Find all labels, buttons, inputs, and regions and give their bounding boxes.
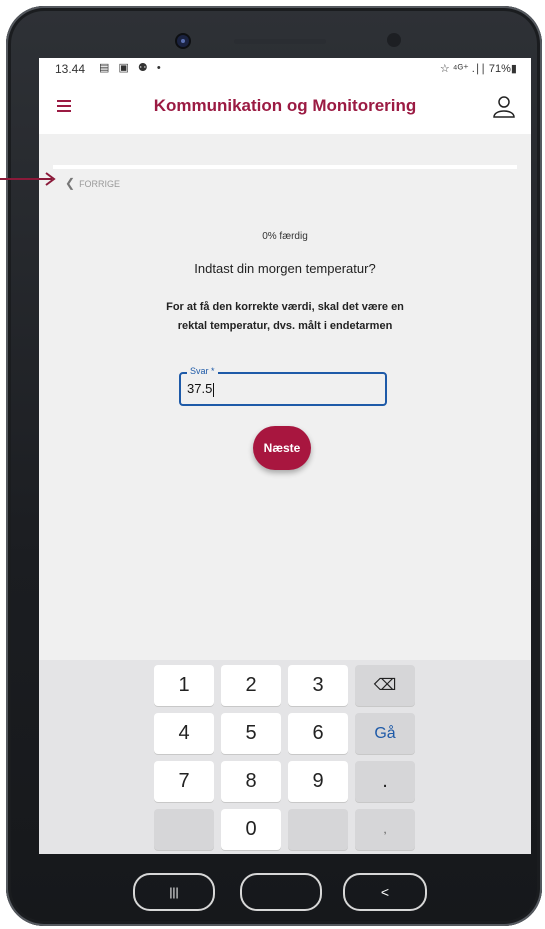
progress-percent: 0% færdig [262,231,308,242]
status-right-icons: ☆ ⁴ᴳ⁺ .∣∣ 71%▮ [439,63,517,75]
progress-bar [53,165,517,169]
answer-input[interactable]: Svar * 37.5 [179,366,387,406]
key-9[interactable]: 9 [288,761,348,802]
key-6[interactable]: 6 [288,713,348,754]
key-blank-left [154,809,214,850]
app-title: Kommunikation og Monitorering [153,96,417,115]
text-caret [213,382,215,397]
home-button[interactable] [240,873,322,911]
key-3[interactable]: 3 [288,665,348,706]
app-bar: Kommunikation og Monitorering [39,80,531,134]
proximity-sensor [387,33,401,47]
key-0[interactable]: 0 [221,809,281,850]
key-blank-right [288,809,348,850]
key-2[interactable]: 2 [221,665,281,706]
back-button[interactable]: < [343,873,427,911]
status-bar: 13.44 ▤ ▣ ⚉ • ☆ ⁴ᴳ⁺ .∣∣ 71%▮ [39,58,531,80]
answer-value: 37.5 [187,381,215,397]
backspace-icon[interactable]: ⌫ [355,665,415,706]
next-button[interactable]: Næste [253,426,311,470]
previous-label: FORRIGE [79,179,121,189]
notification-icons: ▤ ▣ ⚉ • [99,62,164,74]
question-hint: For at få den korrekte værdi, skal det v… [166,301,404,332]
key-5[interactable]: 5 [221,713,281,754]
annotation-arrow-icon [0,172,56,186]
question-title: Indtast din morgen temperatur? [194,261,376,276]
front-camera [177,35,189,47]
key-8[interactable]: 8 [221,761,281,802]
screen: 13.44 ▤ ▣ ⚉ • ☆ ⁴ᴳ⁺ .∣∣ 71%▮ Kommunikati… [39,58,531,854]
chevron-left-icon: ❮ [65,176,76,190]
recents-button[interactable]: ||| [133,873,215,911]
key-4[interactable]: 4 [154,713,214,754]
status-time: 13.44 [55,62,86,76]
answer-label: Svar * [187,366,218,376]
key-1[interactable]: 1 [154,665,214,706]
previous-button[interactable]: ❮ FORRIGE [65,176,120,190]
key-comma[interactable]: , [355,809,415,850]
user-profile-icon[interactable] [491,94,517,120]
earpiece-speaker [234,39,326,44]
key-period[interactable]: . [355,761,415,802]
key-go[interactable]: Gå [355,713,415,754]
tablet-frame: 13.44 ▤ ▣ ⚉ • ☆ ⁴ᴳ⁺ .∣∣ 71%▮ Kommunikati… [6,6,542,926]
numeric-keyboard: 1 2 3 ⌫ 4 5 6 Gå 7 8 9 . 0 , [39,660,531,854]
key-7[interactable]: 7 [154,761,214,802]
